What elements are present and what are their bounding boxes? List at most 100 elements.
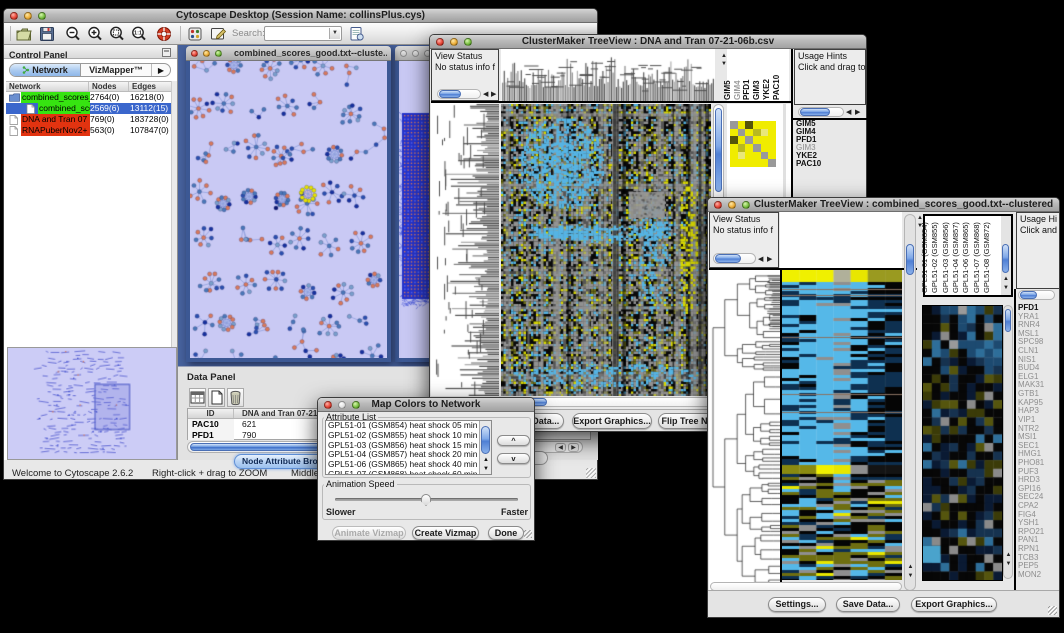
scroll-left-arrow[interactable]: ◀	[758, 256, 763, 263]
scroll-down-arrow[interactable]: ▼	[1006, 561, 1012, 568]
minimize-button[interactable]	[203, 50, 210, 57]
scroll-down-arrow[interactable]: ▼	[483, 466, 489, 473]
tv1-status-scrollbar-thumb[interactable]	[439, 90, 461, 98]
tv2-zoom-heatmap[interactable]	[922, 305, 1003, 581]
window-resize-grip[interactable]	[586, 468, 596, 478]
zoom-selected-icon[interactable]	[108, 25, 126, 43]
zoom-fit-icon[interactable]: 1:1	[130, 25, 148, 43]
tv2-row-dendrogram[interactable]	[709, 270, 780, 591]
zoom-button[interactable]	[742, 201, 750, 209]
attribute-list-item[interactable]: GPL51-07 (GSM868) heat shock 60 min	[326, 470, 491, 475]
scroll-down-arrow[interactable]: ▼	[908, 573, 914, 580]
attribute-list-item[interactable]: GPL51-04 (GSM857) heat shock 20 min	[326, 450, 491, 460]
minimize-button[interactable]	[24, 12, 32, 20]
close-button[interactable]	[10, 12, 18, 20]
scroll-right-arrow[interactable]: ▶	[568, 443, 579, 452]
minimize-button[interactable]	[338, 401, 346, 409]
move-up-button[interactable]: ^	[497, 435, 530, 446]
close-button[interactable]	[324, 401, 332, 409]
dialog-titlebar[interactable]: Map Colors to Network	[318, 398, 534, 412]
scroll-up-arrow[interactable]: ▲	[908, 564, 914, 571]
attribute-list-item[interactable]: GPL51-02 (GSM855) heat shock 10 min	[326, 431, 491, 441]
tab-network[interactable]: Network	[10, 64, 81, 76]
open-folder-icon[interactable]	[15, 25, 33, 43]
main-window-titlebar[interactable]: Cytoscape Desktop (Session Name: collins…	[4, 9, 597, 23]
attribute-list-item[interactable]: GPL51-01 (GSM854) heat shock 05 min	[326, 421, 491, 431]
network-list-row[interactable]: combined_sco2569(6)13112(15)	[6, 103, 172, 114]
tv2-zoom-vscrollbar-thumb[interactable]	[1005, 309, 1011, 332]
network-list-row[interactable]: RNAPuberNov2+563(0)107847(0)	[6, 125, 172, 136]
tv2-hints-scrollbar[interactable]	[1018, 290, 1055, 300]
scroll-up-arrow[interactable]: ▲	[1006, 552, 1012, 559]
network-list-row[interactable]: combined_scores_2764(0)16218(0)	[6, 92, 172, 103]
attribute-list-scrollbar-thumb[interactable]	[481, 426, 490, 454]
search-input[interactable]: ▼	[264, 26, 342, 41]
tv2-hints-scrollbar-thumb[interactable]	[1020, 291, 1037, 299]
scroll-left-arrow[interactable]: ◀	[846, 109, 851, 116]
close-button[interactable]	[436, 38, 444, 46]
zoom-button[interactable]	[464, 38, 472, 46]
window-resize-grip[interactable]	[1048, 606, 1057, 615]
network-table-scrollbar[interactable]	[171, 81, 177, 349]
zoom-button[interactable]	[352, 401, 360, 409]
zoom-out-icon[interactable]	[64, 25, 82, 43]
tv2-status-scrollbar-thumb[interactable]	[715, 254, 741, 263]
dialog-resize-grip[interactable]	[524, 530, 532, 538]
tv2-heatmap[interactable]	[782, 270, 902, 580]
search-dropdown-arrow[interactable]: ▼	[329, 28, 340, 39]
tv1-row-dendrogram[interactable]	[431, 103, 499, 396]
help-lifering-icon[interactable]	[155, 25, 173, 43]
vizmapper-palette-icon[interactable]	[186, 25, 204, 43]
scroll-left-arrow[interactable]: ◀	[483, 91, 488, 98]
tv2-heatmap-vscrollbar-thumb[interactable]	[906, 244, 914, 275]
attribute-list-item[interactable]: GPL51-06 (GSM865) heat shock 40 min	[326, 460, 491, 470]
minimize-button[interactable]	[412, 50, 419, 57]
tv2-labels-scrollbar-thumb[interactable]	[1002, 244, 1009, 273]
zoom-in-icon[interactable]	[86, 25, 104, 43]
minimize-button[interactable]	[728, 201, 736, 209]
close-button[interactable]	[400, 50, 407, 57]
network-list-row[interactable]: DNA and Tran 07769(0)183728(0)	[6, 114, 172, 125]
zoom-button[interactable]	[215, 50, 222, 57]
tab-vizmapper[interactable]: VizMapper™	[81, 64, 152, 76]
float-panel-icon[interactable]	[162, 48, 171, 57]
tv1-similarity-matrix[interactable]	[730, 121, 776, 167]
export-graphics-button[interactable]: Export Graphics...	[572, 413, 652, 429]
tab-overflow-arrow[interactable]: ▶	[152, 64, 170, 76]
attribute-list[interactable]: GPL51-01 (GSM854) heat shock 05 minGPL51…	[325, 420, 492, 475]
scroll-down-arrow[interactable]: ▼	[1003, 285, 1009, 292]
treeview2-titlebar[interactable]: ClusterMaker TreeView : combined_scores_…	[708, 198, 1059, 212]
tv2-status-scrollbar[interactable]	[713, 253, 756, 264]
network-overview-panel[interactable]	[7, 347, 177, 460]
scroll-right-arrow[interactable]: ▶	[491, 91, 496, 98]
attribute-list-scrollbar[interactable]: ▲ ▼	[479, 421, 491, 474]
minimize-button[interactable]	[450, 38, 458, 46]
tv1-column-dendrogram[interactable]	[501, 49, 715, 101]
tv1-status-scrollbar[interactable]	[437, 89, 481, 99]
annotation-icon[interactable]	[209, 25, 227, 43]
tv2-labels-scrollbar[interactable]: ▲ ▼	[1001, 216, 1011, 295]
zoom-button[interactable]	[38, 12, 46, 20]
settings-button[interactable]: Settings...	[768, 597, 826, 612]
create-vizmap-button[interactable]: Create Vizmap	[412, 526, 479, 540]
tv1-hints-scrollbar[interactable]	[798, 107, 844, 117]
animate-vizmap-button[interactable]: Animate Vizmap	[332, 526, 406, 540]
attribute-list-item[interactable]: GPL51-03 (GSM856) heat shock 15 min	[326, 441, 491, 451]
scroll-right-arrow[interactable]: ▶	[855, 109, 860, 116]
move-down-button[interactable]: v	[497, 453, 530, 464]
save-data-button[interactable]: Save Data...	[836, 597, 900, 612]
network-frame-1-titlebar[interactable]: combined_scores_good.txt--cluste...	[186, 46, 391, 61]
export-graphics-button[interactable]: Export Graphics...	[911, 597, 997, 612]
close-button[interactable]	[191, 50, 198, 57]
network-graph-canvas[interactable]	[190, 61, 387, 358]
tv1-heatmap-vscrollbar-thumb[interactable]	[715, 108, 722, 192]
trash-icon[interactable]	[227, 388, 244, 407]
treeview1-titlebar[interactable]: ClusterMaker TreeView : DNA and Tran 07-…	[430, 35, 866, 49]
tv1-heatmap[interactable]	[501, 104, 711, 396]
attribute-browser-icon[interactable]	[348, 25, 366, 43]
tv1-hints-scrollbar-thumb[interactable]	[800, 108, 830, 116]
network-frame-1[interactable]: combined_scores_good.txt--cluste...	[186, 46, 391, 362]
save-icon[interactable]	[38, 25, 56, 43]
scroll-up-arrow[interactable]: ▲	[483, 457, 489, 464]
scroll-up-arrow[interactable]: ▲	[1003, 276, 1009, 283]
